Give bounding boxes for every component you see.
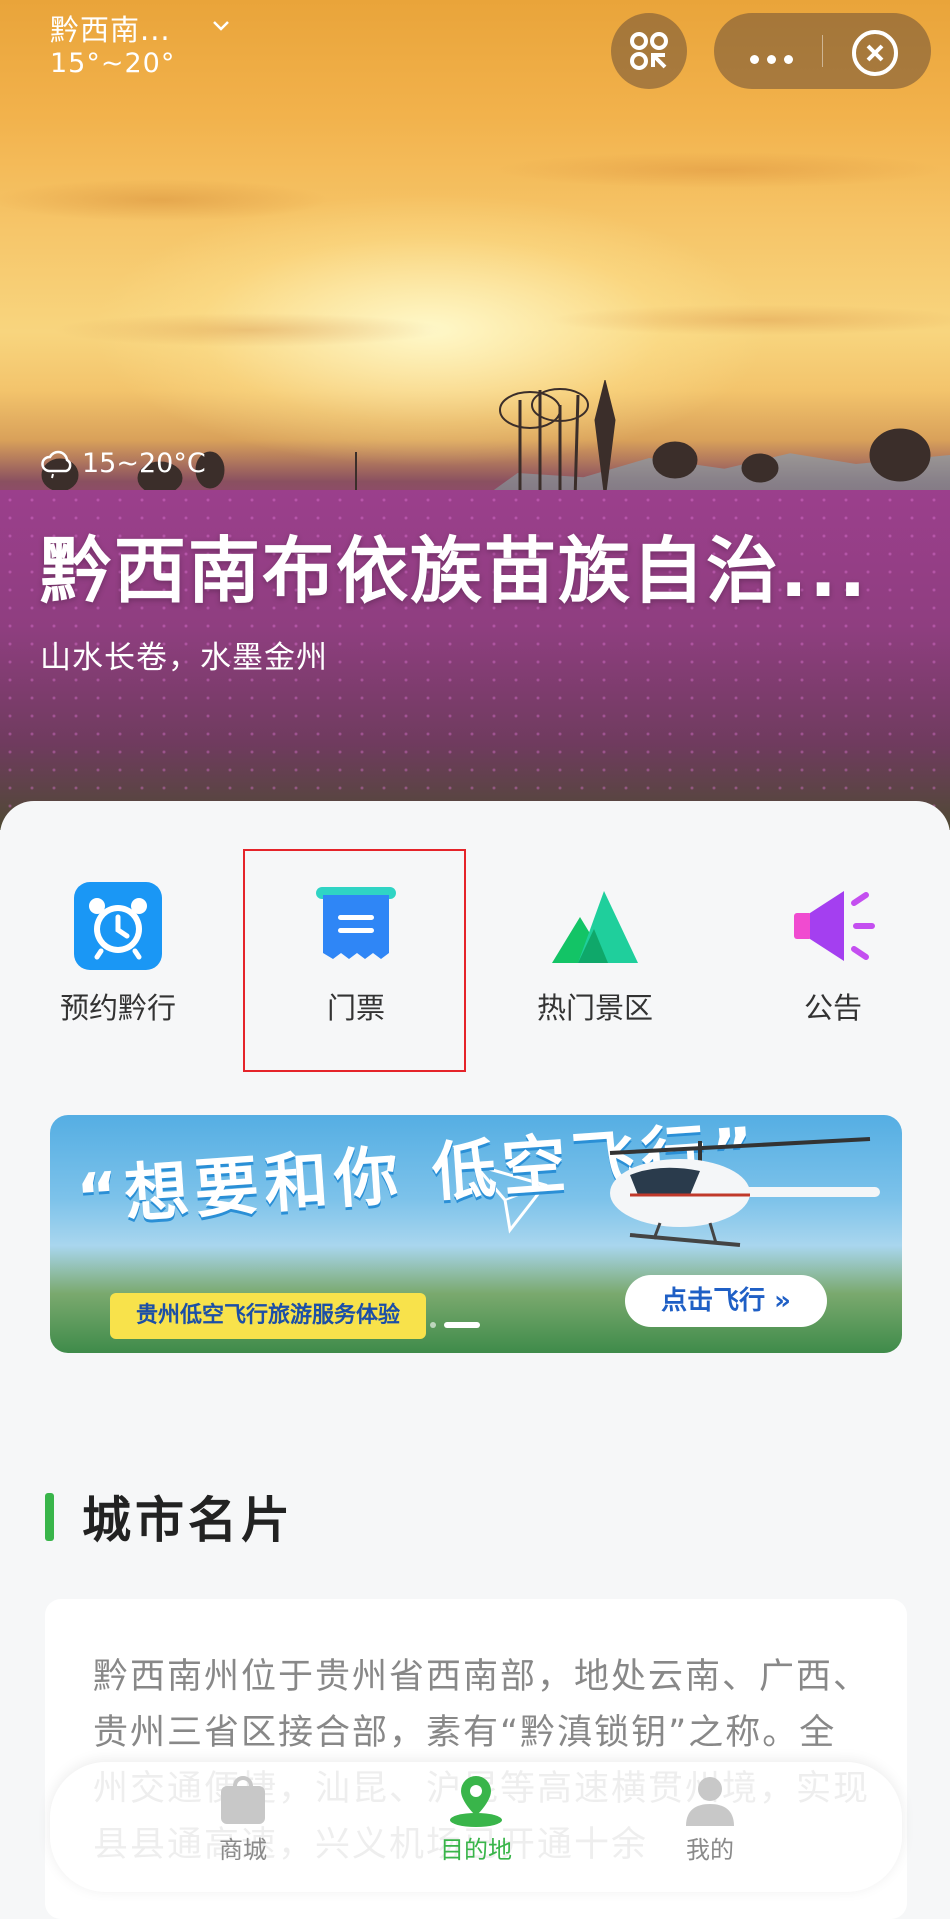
helicopter-icon: [609, 1137, 880, 1247]
capsule-divider: [822, 35, 823, 67]
tab-label-mall: 商城: [219, 1836, 267, 1864]
nav-item-scenic[interactable]: 热门景区: [480, 881, 710, 1027]
quick-nav: 预约黔行 门票 热门景区 公告: [0, 881, 950, 1031]
alarm-clock-icon: [73, 881, 163, 971]
selection-highlight-box: [243, 849, 466, 1072]
tab-destination[interactable]: 目的地: [396, 1772, 556, 1865]
scan-button[interactable]: [611, 13, 687, 89]
scan-icon: [630, 32, 668, 70]
weather-info: 15~20°C: [40, 448, 206, 479]
nav-label-notice: 公告: [803, 991, 862, 1025]
location-city: 黔西南...: [50, 13, 171, 47]
cloud-icon: [41, 450, 72, 478]
section-title: 城市名片: [82, 1492, 295, 1549]
tab-mine[interactable]: 我的: [630, 1772, 790, 1865]
more-icon[interactable]: [750, 49, 801, 68]
nav-label-booking: 预约黔行: [59, 991, 176, 1025]
banner-cta-button[interactable]: 点击飞行 »: [625, 1275, 827, 1327]
bottom-tab-bar: 商城 目的地 我的: [50, 1762, 902, 1892]
promo-banner[interactable]: “想要和你 低空飞行” 贵州低空飞行旅游服务体验 点击飞行 »: [50, 1115, 902, 1353]
banner-tag: 贵州低空飞行旅游服务体验: [110, 1293, 427, 1339]
tab-label-destination: 目的地: [440, 1836, 512, 1864]
chevron-down-icon: [212, 14, 230, 38]
user-icon: [682, 1772, 738, 1828]
location-selector[interactable]: 黔西南... 15°~20°: [50, 12, 229, 80]
megaphone-icon: [788, 881, 878, 971]
weather-text: 15~20°C: [82, 448, 206, 479]
hero-banner: 黔西南... 15°~20° 15~20°C 黔西南布依族苗族自治... 山水长…: [0, 0, 950, 830]
tab-label-mine: 我的: [686, 1836, 734, 1864]
tab-mall[interactable]: 商城: [163, 1772, 323, 1865]
tree-silhouettes: [41, 380, 931, 500]
nav-item-notice[interactable]: 公告: [718, 881, 948, 1027]
nav-item-booking[interactable]: 预约黔行: [3, 881, 233, 1027]
content-card: 预约黔行 门票 热门景区 公告 “想要和你 低空飞行” 贵州低空飞行旅游服务体验…: [0, 801, 950, 1919]
destination-title: 黔西南布依族苗族自治...: [40, 529, 869, 613]
mountain-icon: [550, 881, 640, 971]
section-header: 城市名片: [45, 1481, 294, 1552]
miniprogram-capsule: [714, 13, 931, 89]
close-icon[interactable]: [852, 30, 898, 76]
carousel-indicator: [430, 1322, 480, 1328]
shopping-bag-icon: [215, 1772, 271, 1828]
location-temp: 15°~20°: [50, 48, 176, 79]
section-accent-bar: [45, 1492, 54, 1541]
destination-subtitle: 山水长卷，水墨金州: [40, 640, 328, 676]
nav-label-scenic: 热门景区: [536, 991, 653, 1025]
location-pin-icon: [448, 1772, 504, 1828]
